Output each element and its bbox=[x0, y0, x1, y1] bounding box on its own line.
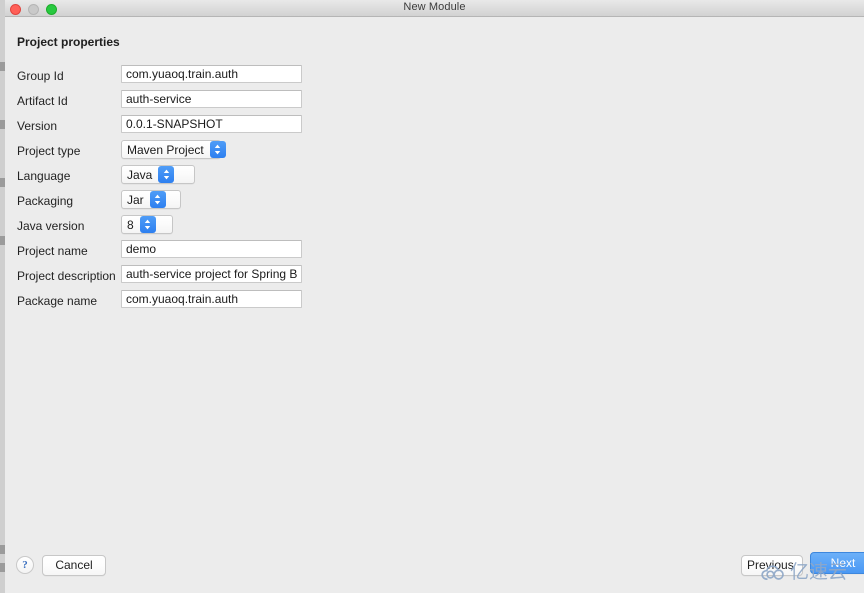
project-name-input[interactable] bbox=[121, 240, 302, 258]
new-module-dialog: New Module Project properties Group Id A… bbox=[5, 0, 864, 593]
label-language: Language bbox=[17, 169, 71, 183]
group-id-input[interactable] bbox=[121, 65, 302, 83]
dialog-content: Project properties Group Id Artifact Id bbox=[5, 17, 864, 593]
desktop-background: New Module Project properties Group Id A… bbox=[0, 0, 864, 593]
label-project-description: Project description bbox=[17, 269, 116, 283]
label-version: Version bbox=[17, 119, 58, 133]
language-select[interactable]: Java bbox=[121, 165, 195, 184]
version-input[interactable] bbox=[121, 115, 302, 133]
label-artifact-id: Artifact Id bbox=[17, 94, 68, 108]
form-row-java-version: Java version 8 bbox=[5, 215, 864, 240]
form-row-version: Version bbox=[5, 115, 864, 140]
help-button[interactable]: ? bbox=[16, 556, 34, 574]
chevron-updown-icon bbox=[149, 191, 166, 208]
label-project-name: Project name bbox=[17, 244, 88, 258]
cancel-button[interactable]: Cancel bbox=[42, 555, 106, 576]
project-type-select[interactable]: Maven Project bbox=[121, 140, 226, 159]
project-type-value: Maven Project bbox=[127, 142, 204, 157]
package-name-input[interactable] bbox=[121, 290, 302, 308]
label-packaging: Packaging bbox=[17, 194, 74, 208]
page-title: Project properties bbox=[17, 35, 120, 49]
form-row-language: Language Java bbox=[5, 165, 864, 190]
window-title: New Module bbox=[403, 1, 466, 13]
project-description-input[interactable] bbox=[121, 265, 302, 283]
artifact-id-input[interactable] bbox=[121, 90, 302, 108]
form-row-artifact-id: Artifact Id bbox=[5, 90, 864, 115]
chevron-updown-icon bbox=[158, 166, 175, 183]
dialog-footer: ? Cancel Previous Next bbox=[5, 547, 864, 593]
form-row-project-description: Project description bbox=[5, 265, 864, 290]
form-row-package-name: Package name bbox=[5, 290, 864, 315]
project-properties-form: Group Id Artifact Id Version bbox=[5, 65, 864, 315]
form-row-group-id: Group Id bbox=[5, 65, 864, 90]
chevron-updown-icon bbox=[139, 216, 156, 233]
previous-button[interactable]: Previous bbox=[741, 555, 803, 576]
label-java-version: Java version bbox=[17, 219, 85, 233]
form-row-project-type: Project type Maven Project bbox=[5, 140, 864, 165]
packaging-select[interactable]: Jar bbox=[121, 190, 181, 209]
language-value: Java bbox=[127, 167, 153, 182]
java-version-select[interactable]: 8 bbox=[121, 215, 173, 234]
next-button[interactable]: Next bbox=[810, 552, 864, 574]
java-version-value: 8 bbox=[127, 217, 134, 232]
label-package-name: Package name bbox=[17, 294, 98, 308]
form-row-project-name: Project name bbox=[5, 240, 864, 265]
label-project-type: Project type bbox=[17, 144, 81, 158]
packaging-value: Jar bbox=[127, 192, 144, 207]
label-group-id: Group Id bbox=[17, 69, 64, 83]
window-titlebar: New Module bbox=[5, 0, 864, 17]
chevron-updown-icon bbox=[209, 141, 226, 158]
form-row-packaging: Packaging Jar bbox=[5, 190, 864, 215]
